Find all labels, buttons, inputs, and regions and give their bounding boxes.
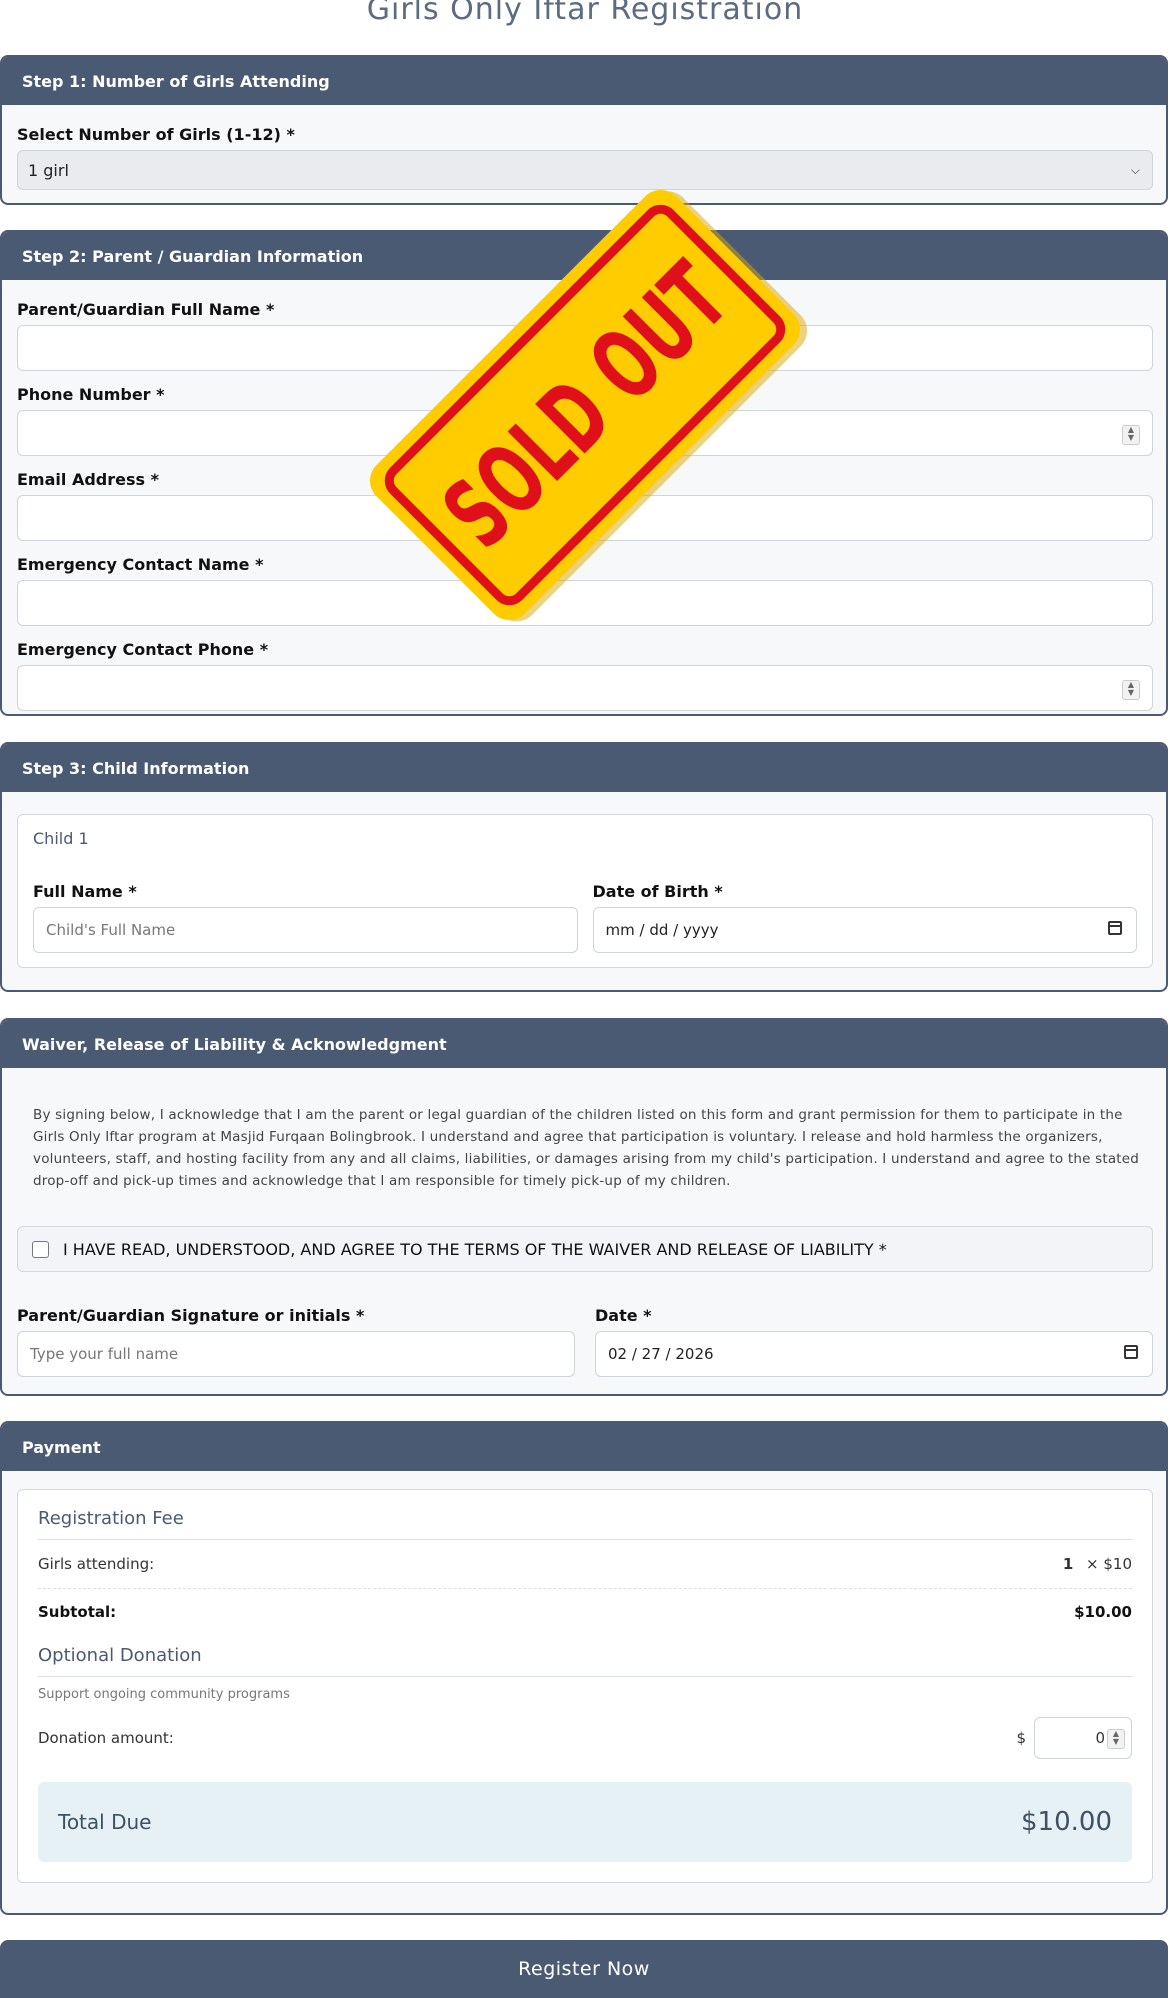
waiver-header: Waiver, Release of Liability & Acknowled…	[2, 1020, 1166, 1068]
page-title: Girls Only Iftar Registration	[366, 0, 804, 27]
waiver-body: By signing below, I acknowledge that I a…	[2, 1068, 1166, 1377]
donation-value: 0	[1095, 1729, 1105, 1747]
step1-header: Step 1: Number of Girls Attending	[2, 57, 1166, 105]
girls-count-value: 1 girl	[28, 160, 69, 180]
donation-subtext: Support ongoing community programs	[38, 1687, 290, 1702]
number-stepper-icon[interactable]: ▲ ▼	[1122, 680, 1140, 700]
step3-header: Step 3: Child Information	[2, 744, 1166, 792]
donation-currency: $	[1016, 1729, 1026, 1747]
donation-label: Donation amount:	[38, 1729, 174, 1747]
fee-heading: Registration Fee	[38, 1508, 1132, 1540]
chevron-down-icon: ⌵	[1130, 162, 1140, 177]
agree-checkbox-row[interactable]: I HAVE READ, UNDERSTOOD, AND AGREE TO TH…	[17, 1226, 1153, 1272]
girls-count-label: Select Number of Girls (1-12) *	[17, 125, 295, 144]
child-name-label: Full Name *	[33, 882, 137, 901]
child-name-input[interactable]: Child's Full Name	[33, 907, 578, 953]
donation-heading: Optional Donation	[38, 1645, 1132, 1677]
subtotal-value: $10.00	[1074, 1603, 1132, 1621]
calendar-icon[interactable]	[1124, 1345, 1138, 1359]
total-due-box: Total Due $10.00	[38, 1782, 1132, 1862]
payment-header: Payment	[2, 1423, 1166, 1471]
dob-placeholder: mm / dd / yyyy	[605, 921, 719, 939]
register-button[interactable]: Register Now	[0, 1940, 1168, 1998]
signature-input[interactable]: Type your full name	[17, 1331, 575, 1377]
step3-card: Step 3: Child Information Child 1 Full N…	[0, 742, 1168, 992]
date-input[interactable]: 02 / 27 / 2026	[595, 1331, 1153, 1377]
total-due-label: Total Due	[58, 1810, 152, 1834]
step3-body: Child 1 Full Name * Child's Full Name Da…	[2, 814, 1166, 968]
calendar-icon[interactable]	[1108, 921, 1122, 935]
date-value: 02 / 27 / 2026	[608, 1345, 714, 1363]
child-title: Child 1	[33, 829, 89, 848]
subtotal-label: Subtotal:	[38, 1603, 117, 1621]
payment-body: Registration Fee Girls attending: 1 × $1…	[2, 1489, 1166, 1883]
signature-label: Parent/Guardian Signature or initials *	[17, 1306, 365, 1325]
payment-card: Payment Registration Fee Girls attending…	[0, 1421, 1168, 1915]
donation-input[interactable]: 0 ▲ ▼	[1034, 1717, 1132, 1759]
number-stepper-icon[interactable]: ▲ ▼	[1122, 425, 1140, 445]
girls-attending-count: 1	[1062, 1555, 1074, 1573]
payment-summary: Registration Fee Girls attending: 1 × $1…	[17, 1489, 1153, 1883]
total-due-value: $10.00	[1021, 1807, 1112, 1837]
agree-checkbox[interactable]	[32, 1240, 49, 1258]
girls-attending-label: Girls attending:	[38, 1555, 155, 1573]
sold-out-stamp: SOLD OUT	[369, 189, 808, 622]
child-name-placeholder: Child's Full Name	[46, 921, 176, 939]
date-label: Date *	[595, 1306, 652, 1325]
agree-label: I HAVE READ, UNDERSTOOD, AND AGREE TO TH…	[63, 1239, 887, 1259]
dob-input[interactable]: mm / dd / yyyy	[592, 907, 1137, 953]
waiver-card: Waiver, Release of Liability & Acknowled…	[0, 1018, 1168, 1396]
signature-placeholder: Type your full name	[30, 1345, 179, 1363]
waiver-text: By signing below, I acknowledge that I a…	[33, 1107, 1140, 1189]
dob-label: Date of Birth *	[592, 882, 723, 901]
girls-attending-rate: × $10	[1086, 1555, 1132, 1573]
child-1-box: Child 1 Full Name * Child's Full Name Da…	[17, 814, 1153, 968]
emergency-phone-input[interactable]: ▲ ▼	[17, 665, 1153, 711]
number-stepper-icon[interactable]: ▲ ▼	[1107, 1729, 1125, 1749]
